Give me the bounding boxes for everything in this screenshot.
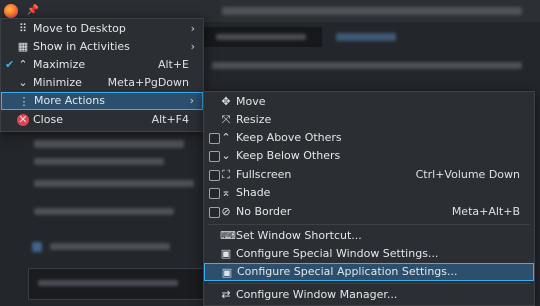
no-border-icon: ⊘ (221, 205, 231, 218)
firefox-icon[interactable] (4, 4, 18, 18)
keyboard-icon: ⌨ (220, 229, 236, 242)
chevron-right-icon: › (190, 40, 195, 53)
chevron-right-icon: › (189, 94, 194, 107)
window-settings-icon: ▣ (220, 247, 232, 260)
blurred-link (336, 33, 396, 41)
blurred-text (34, 140, 184, 148)
shade-checkbox[interactable] (209, 188, 220, 199)
desktop-icon: ⠿ (18, 22, 28, 35)
menu-item-more-actions[interactable]: ⋮ More Actions › (1, 92, 203, 110)
menu-item-shade[interactable]: ⌅ Shade (204, 184, 534, 202)
no-border-checkbox[interactable] (209, 207, 220, 218)
menu-item-configure-special-window-settings[interactable]: ▣ Configure Special Window Settings... (204, 245, 534, 263)
blurred-text (34, 180, 194, 187)
menu-item-keep-above-others[interactable]: ⌃ Keep Above Others (204, 129, 534, 147)
menu-separator (208, 224, 530, 225)
close-icon: ✕ (17, 113, 29, 126)
blurred-text (38, 280, 178, 286)
window-manager-icon: ⇄ (221, 288, 231, 301)
menu-item-move[interactable]: ✥ Move (204, 93, 534, 111)
menu-item-no-border[interactable]: ⊘ No Border Meta+Alt+B (204, 203, 534, 221)
menu-item-keep-below-others[interactable]: ⌄ Keep Below Others (204, 147, 534, 165)
move-icon: ✥ (221, 95, 231, 108)
menu-item-resize[interactable]: ⤧ Resize (204, 111, 534, 129)
activities-icon: ▦ (17, 40, 29, 53)
maximize-icon: ⌃ (18, 58, 28, 71)
blurred-text (212, 62, 522, 69)
blurred-icon (32, 242, 42, 252)
window-menu: ⠿ Move to Desktop › ▦ Show in Activities… (0, 18, 204, 132)
more-actions-submenu: ✥ Move ⤧ Resize ⌃ Keep Above Others ⌄ Ke… (203, 91, 535, 306)
more-actions-icon: ⋮ (18, 95, 30, 108)
menu-item-show-in-activities[interactable]: ▦ Show in Activities › (1, 38, 203, 56)
minimize-icon: ⌄ (18, 76, 28, 89)
menu-item-configure-window-manager[interactable]: ⇄ Configure Window Manager... (204, 286, 534, 304)
application-settings-icon: ▣ (221, 266, 233, 279)
shade-icon: ⌅ (221, 186, 231, 199)
blurred-text (34, 158, 164, 165)
keep-above-icon: ⌃ (221, 131, 231, 144)
menu-item-close[interactable]: ✕ Close Alt+F4 (1, 111, 203, 129)
keep-above-checkbox[interactable] (209, 133, 220, 144)
pin-icon[interactable]: 📌 (26, 4, 40, 18)
fullscreen-checkbox[interactable] (209, 170, 220, 181)
menu-separator (208, 283, 530, 284)
menu-item-set-window-shortcut[interactable]: ⌨ Set Window Shortcut... (204, 227, 534, 245)
menu-item-minimize[interactable]: ⌄ Minimize Meta+PgDown (1, 74, 203, 92)
blurred-title (222, 7, 522, 15)
chevron-right-icon: › (190, 22, 195, 35)
keep-below-icon: ⌄ (221, 149, 231, 162)
fullscreen-icon: ⛶ (222, 168, 230, 181)
keep-below-checkbox[interactable] (209, 151, 220, 162)
blurred-text (34, 208, 174, 215)
menu-item-fullscreen[interactable]: ⛶ Fullscreen Ctrl+Volume Down (204, 166, 534, 184)
menu-item-configure-special-application-settings[interactable]: ▣ Configure Special Application Settings… (204, 263, 534, 281)
blurred-text (50, 243, 170, 250)
resize-icon: ⤧ (221, 113, 231, 126)
blurred-text (216, 34, 306, 40)
menu-item-move-to-desktop[interactable]: ⠿ Move to Desktop › (1, 20, 203, 38)
menu-item-maximize[interactable]: ✔ ⌃ Maximize Alt+E (1, 56, 203, 74)
checkmark-icon: ✔ (5, 58, 15, 71)
